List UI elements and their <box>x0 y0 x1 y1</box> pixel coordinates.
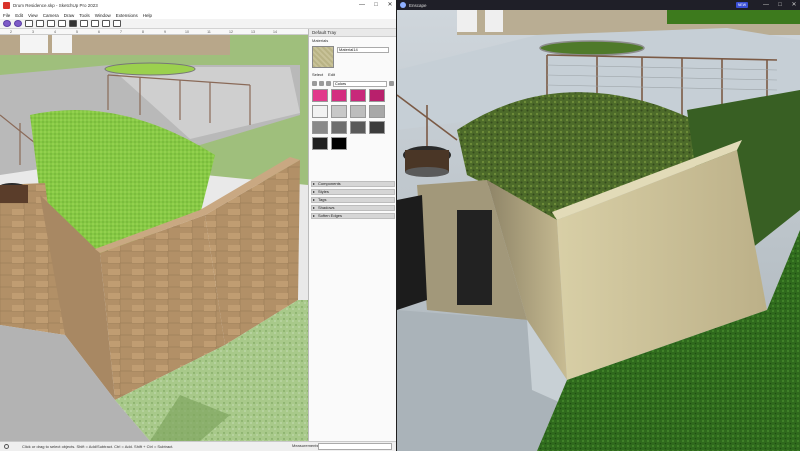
ruler-tick: 5 <box>76 29 78 34</box>
sketchup-viewport[interactable] <box>0 35 308 441</box>
status-message: Click or drag to select objects. Shift =… <box>22 444 174 449</box>
material-swatch[interactable] <box>350 89 366 102</box>
enscape-window: Enscape NEW — □ ✕ <box>397 0 800 451</box>
panel-shadows[interactable]: Shadows <box>311 205 395 211</box>
ruler-tick: 7 <box>120 29 122 34</box>
menu-view[interactable]: View <box>28 13 38 18</box>
menu-tools[interactable]: Tools <box>79 13 90 18</box>
visual-settings-icon[interactable] <box>102 20 110 27</box>
ruler-tick: 9 <box>164 29 166 34</box>
material-swatch[interactable] <box>331 121 347 134</box>
tab-edit[interactable]: Edit <box>328 72 335 77</box>
screenshot-icon[interactable] <box>47 20 55 27</box>
info-icon[interactable] <box>4 444 9 449</box>
screen: Drum Residence.skp - SketchUp Pro 2023 —… <box>0 0 800 451</box>
maximize-icon[interactable]: □ <box>776 1 784 9</box>
material-swatch[interactable] <box>331 89 347 102</box>
collection-row: Colors <box>312 80 394 87</box>
menu-bar: File Edit View Camera Draw Tools Window … <box>0 11 396 19</box>
tab-select[interactable]: Select <box>312 72 323 77</box>
menu-camera[interactable]: Camera <box>43 13 59 18</box>
ruler-tick: 8 <box>142 29 144 34</box>
minimize-icon[interactable]: — <box>762 1 770 9</box>
menu-help[interactable]: Help <box>143 13 152 18</box>
ruler-tick: 2 <box>10 29 12 34</box>
video-editor-icon[interactable] <box>36 20 44 27</box>
tray-title: Default Tray <box>309 29 396 37</box>
ruler-tick: 11 <box>207 29 211 34</box>
back-icon[interactable] <box>312 81 317 86</box>
enscape-logo-icon <box>400 2 406 8</box>
material-swatch[interactable] <box>312 121 328 134</box>
sketchup-titlebar: Drum Residence.skp - SketchUp Pro 2023 —… <box>0 0 396 11</box>
panel-components[interactable]: Components <box>311 181 395 187</box>
sketchup-window: Drum Residence.skp - SketchUp Pro 2023 —… <box>0 0 396 451</box>
measurements-label: Measurements <box>292 443 319 448</box>
material-swatch[interactable] <box>312 137 328 150</box>
close-icon[interactable]: ✕ <box>386 1 394 9</box>
material-name-field[interactable]: Material14 <box>337 47 389 53</box>
enscape-titlebar: Enscape NEW — □ ✕ <box>397 0 800 10</box>
ruler-tick: 12 <box>229 29 233 34</box>
sketchup-app-icon <box>3 2 10 9</box>
material-swatch[interactable] <box>312 105 328 118</box>
material-swatch[interactable] <box>369 121 385 134</box>
status-bar: Click or drag to select objects. Shift =… <box>0 441 396 451</box>
maximize-icon[interactable]: □ <box>372 1 380 9</box>
enscape-sync-icon[interactable] <box>14 20 22 27</box>
materials-header[interactable]: Materials <box>309 37 396 44</box>
panorama-icon[interactable] <box>69 20 77 27</box>
material-swatch[interactable] <box>369 105 385 118</box>
ruler-tick: 13 <box>251 29 255 34</box>
menu-extensions[interactable]: Extensions <box>116 13 138 18</box>
menu-edit[interactable]: Edit <box>15 13 23 18</box>
ruler-tick: 6 <box>98 29 100 34</box>
material-preview[interactable] <box>312 46 334 68</box>
material-swatch[interactable] <box>350 121 366 134</box>
menu-window[interactable]: Window <box>95 13 111 18</box>
new-badge[interactable]: NEW <box>736 2 748 8</box>
enscape-title: Enscape <box>409 2 427 8</box>
enscape-start-icon[interactable] <box>3 20 11 27</box>
window-title: Drum Residence.skp - SketchUp Pro 2023 <box>13 3 98 8</box>
material-swatch[interactable] <box>312 89 328 102</box>
forward-icon[interactable] <box>319 81 324 86</box>
asset-library-icon[interactable] <box>113 20 121 27</box>
panel-styles[interactable]: Styles <box>311 189 395 195</box>
ruler-tick: 10 <box>185 29 189 34</box>
close-icon[interactable]: ✕ <box>790 1 798 9</box>
home-icon[interactable] <box>326 81 331 86</box>
batch-render-icon[interactable] <box>58 20 66 27</box>
ruler-tick: 3 <box>32 29 34 34</box>
panel-tags[interactable]: Tags <box>311 197 395 203</box>
details-icon[interactable] <box>389 81 394 86</box>
material-swatch[interactable] <box>331 137 347 150</box>
views-icon[interactable] <box>25 20 33 27</box>
default-tray: Default Tray Materials Material14 Select… <box>308 29 396 441</box>
collection-select[interactable]: Colors <box>333 80 387 87</box>
material-swatch[interactable] <box>350 105 366 118</box>
material-swatch[interactable] <box>369 89 385 102</box>
menu-draw[interactable]: Draw <box>64 13 75 18</box>
measurements-input[interactable] <box>318 443 392 450</box>
material-swatch[interactable] <box>331 105 347 118</box>
ruler-tick: 14 <box>273 29 277 34</box>
toolbar <box>0 19 396 29</box>
export-icon[interactable] <box>80 20 88 27</box>
menu-file[interactable]: File <box>3 13 10 18</box>
enscape-render-viewport[interactable] <box>397 10 800 451</box>
material-swatches <box>312 89 390 150</box>
panel-soften-edges[interactable]: Soften Edges <box>311 213 395 219</box>
settings-icon[interactable] <box>91 20 99 27</box>
minimize-icon[interactable]: — <box>358 1 366 9</box>
ruler-tick: 4 <box>54 29 56 34</box>
